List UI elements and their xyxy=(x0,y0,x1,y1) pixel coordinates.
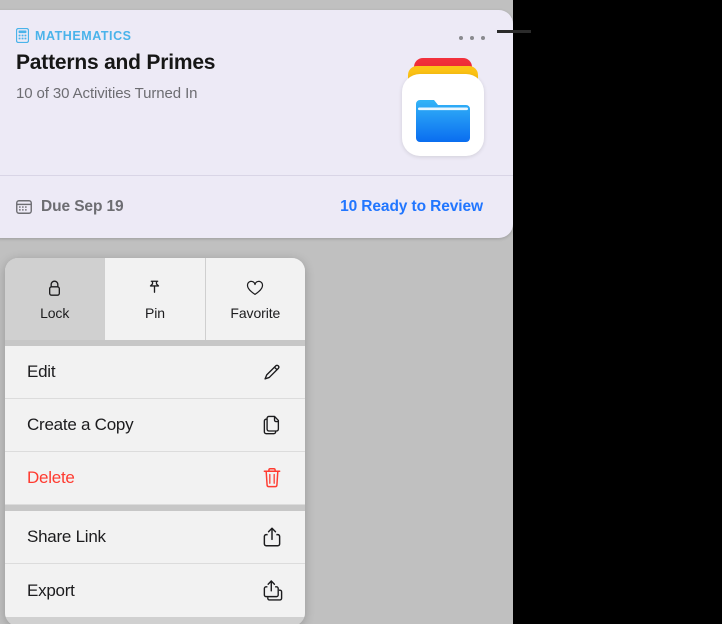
calculator-icon xyxy=(16,28,29,43)
menu-item-label: Create a Copy xyxy=(27,415,133,435)
menu-item-label: Share Link xyxy=(27,527,106,547)
assignment-card-body: MATHEMATICS Patterns and Primes 10 of 30… xyxy=(0,10,513,175)
calendar-icon xyxy=(16,199,32,215)
assignment-card[interactable]: MATHEMATICS Patterns and Primes 10 of 30… xyxy=(0,10,513,238)
assignment-progress-text: 10 of 30 Activities Turned In xyxy=(16,85,197,102)
menu-item-label: Delete xyxy=(27,468,75,488)
assignment-card-footer: Due Sep 19 10 Ready to Review xyxy=(0,175,513,238)
stacked-folder-icon xyxy=(395,58,491,162)
menu-item-delete[interactable]: Delete xyxy=(5,452,305,505)
subject-label: MATHEMATICS xyxy=(35,29,132,43)
menu-item-edit[interactable]: Edit xyxy=(5,346,305,399)
share-icon xyxy=(261,525,283,549)
lock-icon xyxy=(47,278,62,300)
pin-icon xyxy=(147,278,162,300)
menu-item-share-link[interactable]: Share Link xyxy=(5,511,305,564)
due-date-group: Due Sep 19 xyxy=(16,198,124,216)
menu-segment-label: Favorite xyxy=(230,305,280,321)
ellipsis-dot xyxy=(470,36,474,40)
ellipsis-dot xyxy=(481,36,485,40)
trash-icon xyxy=(261,466,283,490)
subject-row: MATHEMATICS xyxy=(16,28,132,43)
menu-segment-label: Pin xyxy=(145,305,165,321)
export-icon xyxy=(261,579,283,603)
folder-icon xyxy=(414,96,472,144)
duplicate-icon xyxy=(261,413,283,437)
assignment-title: Patterns and Primes xyxy=(16,51,215,75)
menu-segment-favorite[interactable]: Favorite xyxy=(206,258,305,340)
menu-segment-label: Lock xyxy=(40,305,69,321)
ellipsis-icon[interactable] xyxy=(459,30,485,46)
menu-item-create-a-copy[interactable]: Create a Copy xyxy=(5,399,305,452)
pencil-icon xyxy=(261,360,283,384)
screen: MATHEMATICS Patterns and Primes 10 of 30… xyxy=(0,0,722,624)
menu-item-label: Edit xyxy=(27,362,55,382)
heart-icon xyxy=(246,278,264,300)
due-date-label: Due Sep 19 xyxy=(41,198,124,216)
menu-item-label: Export xyxy=(27,581,75,601)
context-menu: Lock Pin Favorite xyxy=(5,258,305,624)
menu-segment-pin[interactable]: Pin xyxy=(105,258,205,340)
ready-to-review-link[interactable]: 10 Ready to Review xyxy=(340,198,483,216)
ellipsis-dot xyxy=(459,36,463,40)
menu-segment-lock[interactable]: Lock xyxy=(5,258,105,340)
callout-leader-line xyxy=(497,30,531,33)
menu-item-export[interactable]: Export xyxy=(5,564,305,617)
menu-segmented-control: Lock Pin Favorite xyxy=(5,258,305,340)
